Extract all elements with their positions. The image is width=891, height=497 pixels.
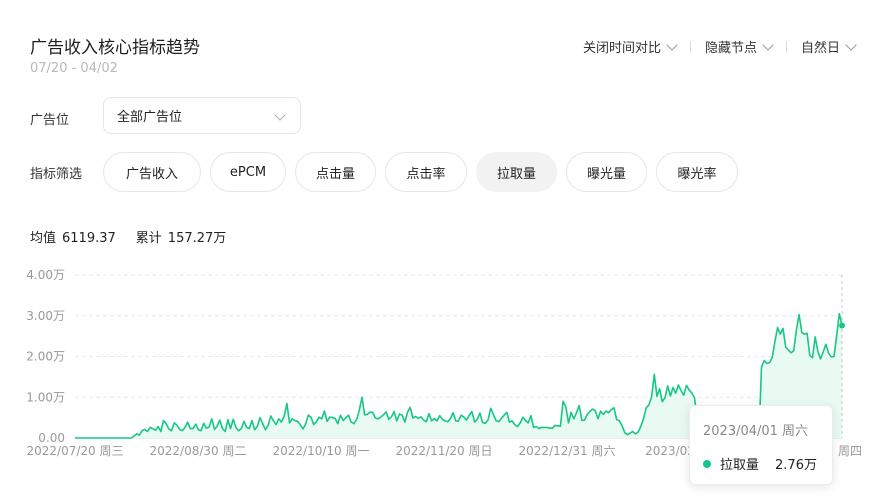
ad-slot-value: 全部广告位: [117, 110, 183, 125]
metric-pill-epcm[interactable]: ePCM: [210, 152, 286, 192]
hide-nodes-dropdown[interactable]: 隐藏节点: [704, 37, 774, 56]
metric-pill-impressions[interactable]: 曝光量: [566, 152, 647, 192]
metric-pill-ctr[interactable]: 点击率: [385, 152, 467, 192]
avg-value: 6119.37: [62, 231, 116, 246]
x-tick-label: 2022/12/31 周六: [519, 444, 616, 458]
metric-pill-impression-rate[interactable]: 曝光率: [656, 152, 738, 192]
avg-stat: 均值 6119.37: [30, 227, 116, 246]
page-title: 广告收入核心指标趋势: [30, 38, 200, 58]
metric-pill-requests[interactable]: 拉取量: [476, 152, 557, 192]
x-tick-label: 2022/10/10 周一: [273, 444, 370, 458]
summary-stats: 均值 6119.37 累计 157.27万: [30, 227, 226, 246]
y-tick-label: 3.00万: [26, 309, 65, 323]
avg-label: 均值: [30, 231, 57, 246]
x-tick-label: 2022/07/20 周三: [27, 444, 124, 458]
metric-pill-clicks[interactable]: 点击量: [295, 152, 376, 192]
y-tick-label: 1.00万: [26, 390, 65, 404]
tooltip-date: 2023/04/01 周六: [703, 424, 809, 439]
hover-point: [839, 322, 845, 329]
total-value: 157.27万: [167, 231, 227, 246]
divider: [689, 40, 691, 53]
chart-tooltip: 2023/04/01 周六 拉取量 2.76万: [689, 405, 833, 485]
granularity-label: 自然日: [800, 41, 840, 56]
y-tick-label: 2.00万: [26, 350, 65, 364]
time-compare-dropdown[interactable]: 关闭时间对比: [582, 37, 678, 56]
time-compare-label: 关闭时间对比: [582, 41, 661, 56]
chevron-down-icon: [274, 109, 286, 121]
y-tick-label: 4.00万: [26, 268, 65, 282]
x-tick-label: 2022/11/20 周日: [396, 444, 493, 458]
chevron-down-icon: [762, 38, 774, 51]
tooltip-row: 拉取量 2.76万: [703, 454, 817, 473]
total-label: 累计: [135, 231, 162, 246]
x-tick-label: 周四: [838, 444, 862, 458]
x-tick-label: 2022/08/30 周二: [150, 444, 247, 458]
tooltip-series: 拉取量: [720, 458, 760, 473]
metric-filter-label: 指标筛选: [30, 167, 83, 182]
divider: [785, 40, 787, 53]
total-stat: 累计 157.27万: [136, 227, 227, 246]
y-tick-label: 0.00: [38, 431, 65, 445]
ad-slot-label: 广告位: [30, 113, 70, 128]
chevron-down-icon: [845, 38, 857, 51]
date-range: 07/20 - 04/02: [30, 61, 118, 76]
chevron-down-icon: [666, 38, 678, 51]
granularity-dropdown[interactable]: 自然日: [800, 37, 857, 56]
series-dot-icon: [703, 459, 711, 468]
hide-nodes-label: 隐藏节点: [704, 41, 757, 56]
metric-pill-ad-revenue[interactable]: 广告收入: [103, 152, 201, 192]
ad-slot-select[interactable]: 全部广告位: [103, 97, 301, 134]
top-controls: 关闭时间对比 隐藏节点 自然日: [582, 37, 857, 56]
x-tick-label: 2023/02: [645, 444, 695, 458]
tooltip-value: 2.76万: [775, 458, 817, 473]
metric-pills: 广告收入 ePCM 点击量 点击率 拉取量 曝光量 曝光率: [103, 152, 738, 192]
